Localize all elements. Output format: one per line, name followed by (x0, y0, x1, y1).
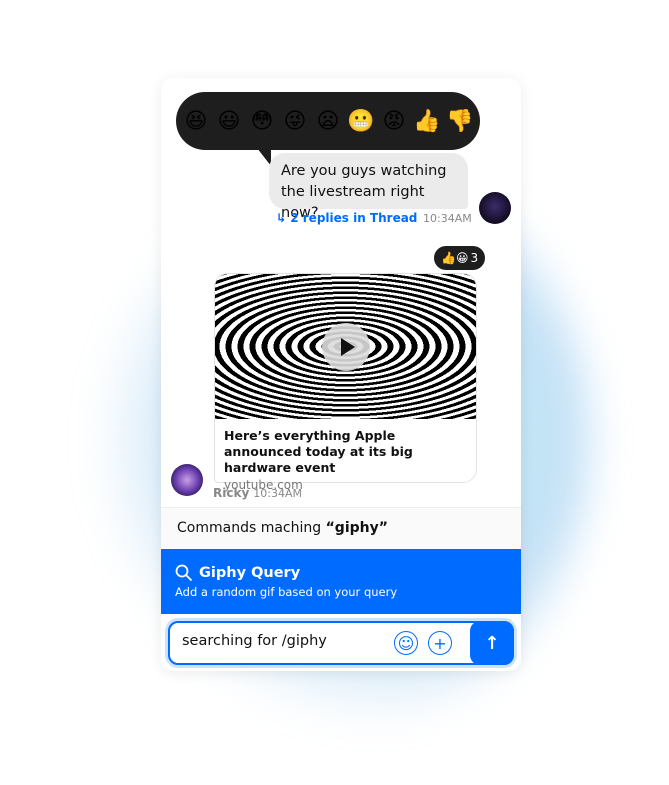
reaction-wink-tongue[interactable]: 😜 (281, 109, 309, 134)
commands-query: “giphy” (325, 520, 388, 536)
command-title: Giphy Query (199, 565, 301, 581)
thread-replies-link[interactable]: ↳ 2 replies in Thread (276, 211, 417, 225)
reaction-count: 3 (470, 251, 479, 265)
search-icon (175, 564, 193, 582)
link-title[interactable]: Here’s everything Apple announced today … (215, 419, 476, 476)
avatar[interactable] (171, 464, 203, 496)
reaction-grimace[interactable]: 😬 (347, 109, 375, 134)
play-icon[interactable] (322, 323, 370, 371)
link-preview-card[interactable]: Here’s everything Apple announced today … (214, 273, 477, 492)
message-bubble[interactable]: Are you guys watching the livestream rig… (269, 153, 468, 221)
chat-window: 😆 😃 😳 😜 😦 😬 😡 👍 👎 Are you guys watching … (161, 78, 521, 671)
author-name: Ricky (213, 486, 250, 500)
message-input[interactable] (182, 633, 382, 649)
reaction-flushed[interactable]: 😳 (248, 109, 276, 134)
message-composer: ☺ + ↑ (168, 621, 514, 665)
add-icon[interactable]: + (428, 631, 452, 655)
command-item-giphy[interactable]: Giphy Query Add a random gif based on yo… (161, 549, 521, 614)
reaction-thumbs-down[interactable]: 👎 (446, 109, 474, 134)
reaction-thumbs-up[interactable]: 👍 (413, 109, 441, 134)
avatar[interactable] (479, 192, 511, 224)
message-timestamp: 10:34AM (253, 487, 302, 500)
reaction-laughing[interactable]: 😆 (182, 109, 210, 134)
commands-header: Commands maching “giphy” (161, 507, 521, 549)
message-timestamp: 10:34AM (423, 212, 472, 225)
emoji-icon[interactable]: ☺ (394, 631, 418, 655)
reaction-smile[interactable]: 😃 (215, 109, 243, 134)
video-thumbnail[interactable] (215, 274, 476, 419)
message-meta: Ricky 10:34AM (213, 486, 302, 500)
reaction-picker: 😆 😃 😳 😜 😦 😬 😡 👍 👎 (176, 92, 480, 150)
reaction-angry[interactable]: 😡 (380, 109, 408, 134)
command-description: Add a random gif based on your query (175, 585, 398, 599)
commands-header-label: Commands maching (177, 520, 326, 536)
reaction-emojis: 👍😀 (441, 251, 469, 265)
reaction-summary[interactable]: 👍😀 3 (434, 246, 486, 270)
send-button[interactable]: ↑ (470, 621, 514, 665)
reaction-frown[interactable]: 😦 (314, 109, 342, 134)
